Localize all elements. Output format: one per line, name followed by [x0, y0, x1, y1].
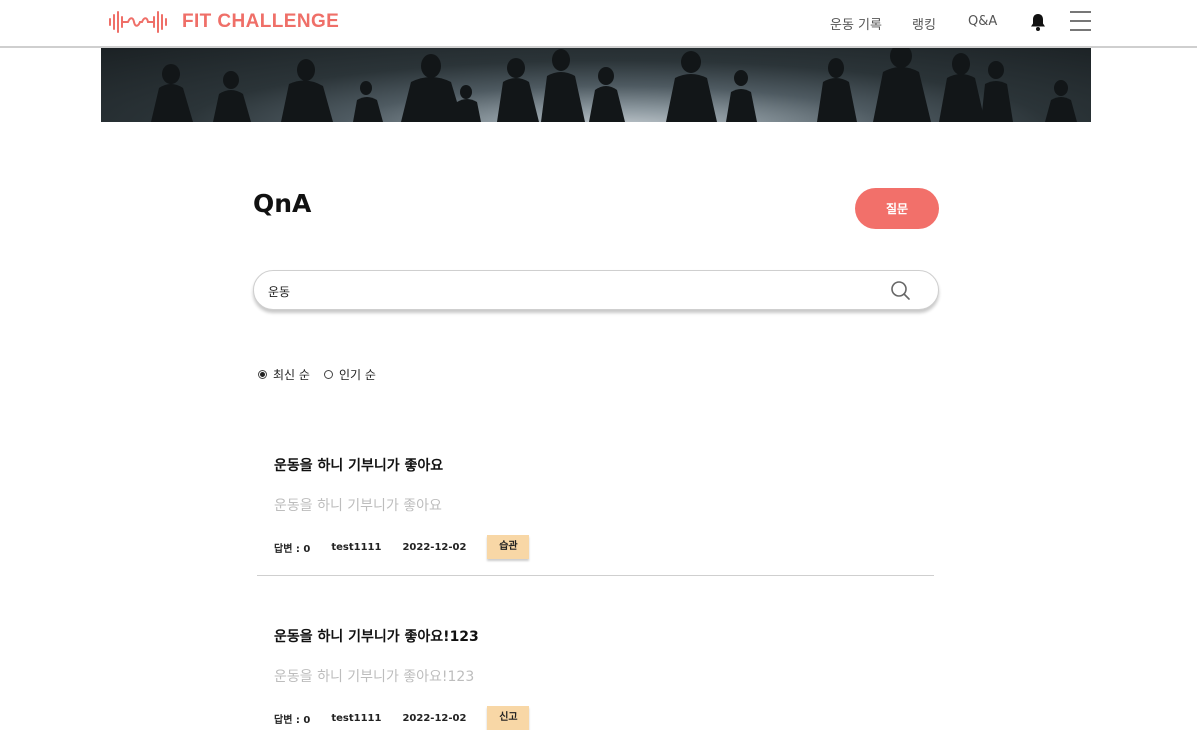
search-bar[interactable]: [253, 270, 939, 310]
sort-popular-label[interactable]: 인기 순: [339, 366, 376, 383]
post-title[interactable]: 운동을 하니 기부니가 좋아요: [274, 455, 443, 475]
post-date: 2022-12-02: [402, 541, 467, 553]
sort-latest-label[interactable]: 최신 순: [273, 366, 310, 383]
search-icon[interactable]: [890, 280, 912, 302]
bell-icon[interactable]: [1029, 12, 1047, 32]
post-tag[interactable]: 신고: [487, 706, 530, 730]
post-meta: 답변 : 0 test1111 2022-12-02 신고: [274, 706, 530, 730]
hero-banner-image: [101, 48, 1091, 122]
nav-ranking[interactable]: 랭킹: [912, 14, 936, 33]
sort-options: 최신 순 인기 순: [258, 366, 390, 383]
sort-latest-radio[interactable]: [258, 370, 267, 379]
top-navbar: FIT CHALLENGE 운동 기록 랭킹 Q&A: [0, 0, 1197, 48]
post-tag[interactable]: 습관: [487, 535, 530, 559]
post-body: 운동을 하니 기부니가 좋아요: [274, 498, 442, 514]
sort-popular-radio[interactable]: [323, 370, 333, 379]
hamburger-menu-icon[interactable]: [1070, 11, 1091, 31]
post-author: test1111: [331, 712, 382, 724]
dumbbell-logo-icon: [109, 11, 167, 33]
ask-question-button[interactable]: 질문: [855, 188, 939, 229]
nav-workout-log[interactable]: 운동 기록: [830, 14, 882, 33]
logo-text: FIT CHALLENGE: [182, 11, 340, 32]
runners-silhouette-image: [151, 48, 1077, 122]
post-author: test1111: [331, 541, 382, 553]
post-date: 2022-12-02: [402, 712, 467, 724]
post-body: 운동을 하니 기부니가 좋아요!123: [274, 669, 475, 685]
post-meta: 답변 : 0 test1111 2022-12-02 습관: [274, 535, 530, 559]
nav-qna[interactable]: Q&A: [968, 14, 997, 29]
post-answer-count: 답변 : 0: [274, 714, 311, 726]
page-title: QnA: [253, 189, 312, 218]
logo[interactable]: FIT CHALLENGE: [108, 10, 339, 34]
post-divider: [257, 575, 934, 576]
post-title[interactable]: 운동을 하니 기부니가 좋아요!123: [274, 626, 479, 646]
search-input[interactable]: [266, 281, 870, 301]
post-answer-count: 답변 : 0: [274, 543, 311, 555]
